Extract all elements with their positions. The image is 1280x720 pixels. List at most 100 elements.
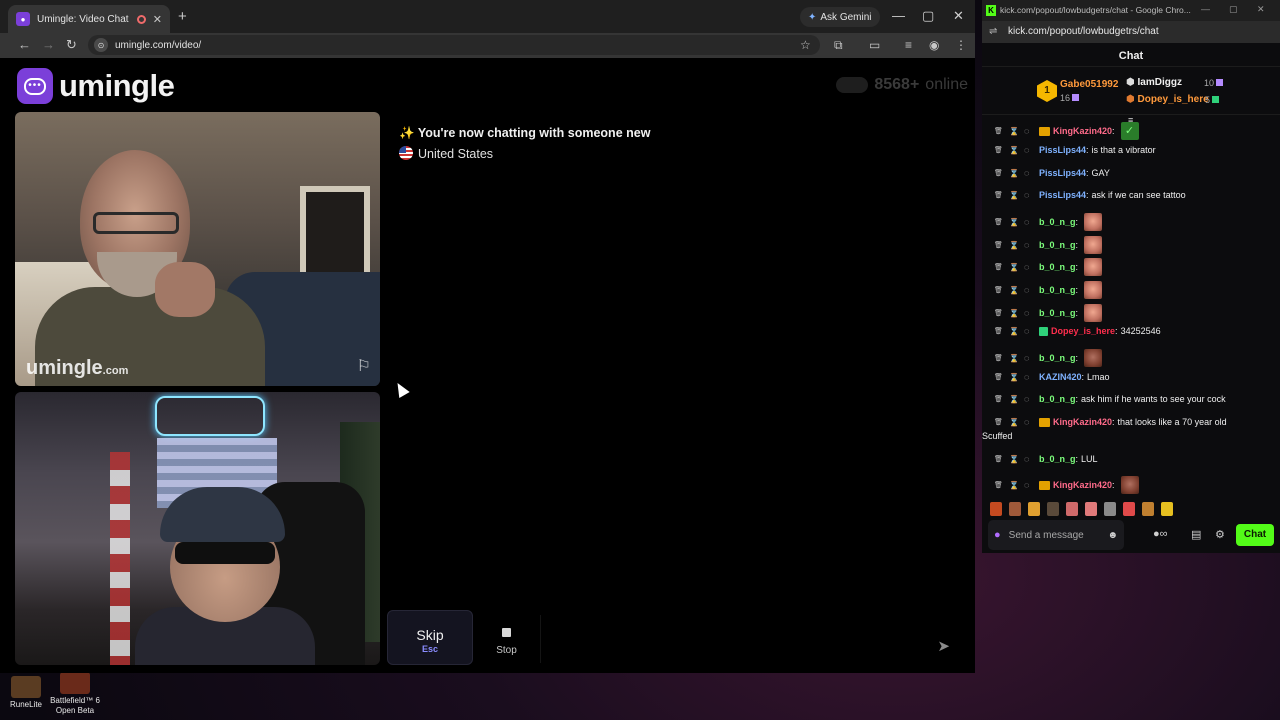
chat-username[interactable]: b_0_n_g bbox=[1039, 353, 1076, 363]
chat-username[interactable]: KAZIN420 bbox=[1039, 372, 1082, 382]
forward-icon[interactable]: → bbox=[42, 37, 55, 52]
minimize-icon[interactable]: — bbox=[892, 8, 905, 23]
shield-icon[interactable]: ◌ bbox=[1024, 285, 1039, 295]
timeout-icon[interactable]: ⌛ bbox=[1009, 327, 1024, 336]
emote-icon[interactable] bbox=[1161, 502, 1173, 516]
bookmark-star-icon[interactable]: ☆ bbox=[800, 38, 811, 52]
theme-toggle[interactable] bbox=[836, 77, 869, 93]
emote-icon[interactable] bbox=[1066, 502, 1078, 516]
shield-icon[interactable]: ◌ bbox=[1024, 168, 1039, 178]
timeout-icon[interactable]: ⌛ bbox=[1009, 218, 1024, 227]
shield-icon[interactable]: ◌ bbox=[1024, 353, 1039, 363]
mod-actions-icon[interactable]: 🗑 bbox=[994, 373, 1009, 381]
mod-actions-icon[interactable]: 🗑 bbox=[994, 354, 1009, 362]
kick-message-input[interactable]: ● Send a message ☻ bbox=[988, 520, 1124, 550]
reload-icon[interactable]: ↻ bbox=[66, 37, 77, 53]
timeout-icon[interactable]: ⌛ bbox=[1009, 169, 1024, 178]
mod-actions-icon[interactable]: 🗑 bbox=[994, 169, 1009, 177]
shield-icon[interactable]: ◌ bbox=[1024, 190, 1039, 200]
send-icon[interactable]: ➤ bbox=[937, 637, 950, 655]
gifter-name[interactable]: ⬢ Dopey_is_here bbox=[1126, 94, 1209, 105]
close-tab-icon[interactable]: ✕ bbox=[153, 13, 162, 26]
menu-icon[interactable]: ⋮ bbox=[955, 38, 967, 52]
shield-icon[interactable]: ◌ bbox=[1024, 217, 1039, 227]
timeout-icon[interactable]: ⌛ bbox=[1009, 286, 1024, 295]
emote-icon[interactable] bbox=[1028, 502, 1040, 516]
kick-badges-icon[interactable]: ●∞ bbox=[1153, 528, 1168, 540]
maximize-icon[interactable]: ▢ bbox=[922, 8, 934, 24]
shield-icon[interactable]: ◌ bbox=[1024, 326, 1039, 336]
timeout-icon[interactable]: ⌛ bbox=[1009, 395, 1024, 404]
timeout-icon[interactable]: ⌛ bbox=[1009, 263, 1024, 272]
emote-icon[interactable] bbox=[1047, 502, 1059, 516]
shield-icon[interactable]: ◌ bbox=[1024, 394, 1039, 404]
site-logo[interactable]: ••• umingle bbox=[17, 68, 175, 104]
mod-actions-icon[interactable]: 🗑 bbox=[994, 327, 1009, 335]
chat-username[interactable]: KingKazin420 bbox=[1053, 417, 1112, 427]
skip-button[interactable]: Skip Esc bbox=[387, 610, 473, 665]
timeout-icon[interactable]: ⌛ bbox=[1009, 354, 1024, 363]
chat-username[interactable]: PissLips44 bbox=[1039, 190, 1086, 200]
media-icon[interactable]: ≡ bbox=[905, 38, 912, 52]
shield-icon[interactable]: ◌ bbox=[1024, 480, 1039, 490]
kick-maximize-icon[interactable]: ▢ bbox=[1229, 4, 1238, 15]
extensions-icon[interactable]: ⧉ bbox=[834, 38, 843, 53]
mod-actions-icon[interactable]: 🗑 bbox=[994, 418, 1009, 426]
emote-icon[interactable] bbox=[990, 502, 1002, 516]
mod-actions-icon[interactable]: 🗑 bbox=[994, 218, 1009, 226]
emote-icon[interactable] bbox=[1085, 502, 1097, 516]
emote-icon[interactable] bbox=[1123, 502, 1135, 516]
mod-actions-icon[interactable]: 🗑 bbox=[994, 286, 1009, 294]
timeout-icon[interactable]: ⌛ bbox=[1009, 309, 1024, 318]
ask-gemini-button[interactable]: ✦ Ask Gemini bbox=[800, 7, 880, 27]
timeout-icon[interactable]: ⌛ bbox=[1009, 146, 1024, 155]
emote-icon[interactable] bbox=[1104, 502, 1116, 516]
chat-username[interactable]: Dopey_is_here bbox=[1051, 326, 1115, 336]
chat-username[interactable]: b_0_n_g bbox=[1039, 285, 1076, 295]
chat-username[interactable]: b_0_n_g bbox=[1039, 394, 1076, 404]
chat-username[interactable]: PissLips44 bbox=[1039, 168, 1086, 178]
timeout-icon[interactable]: ⌛ bbox=[1009, 127, 1024, 136]
emoji-icon[interactable]: ☻ bbox=[1107, 530, 1118, 541]
mod-actions-icon[interactable]: 🗑 bbox=[994, 127, 1009, 135]
mod-actions-icon[interactable]: 🗑 bbox=[994, 263, 1009, 271]
shield-icon[interactable]: ◌ bbox=[1024, 372, 1039, 382]
chat-username[interactable]: b_0_n_g bbox=[1039, 217, 1076, 227]
chat-username[interactable]: KingKazin420 bbox=[1053, 126, 1112, 136]
site-settings-icon[interactable]: ⇌ bbox=[989, 26, 997, 37]
close-window-icon[interactable]: ✕ bbox=[953, 8, 964, 24]
timeout-icon[interactable]: ⌛ bbox=[1009, 373, 1024, 382]
site-info-icon[interactable]: ⊙ bbox=[94, 38, 108, 52]
desktop-icon-battlefield[interactable]: Battlefield™ 6 Open Beta bbox=[45, 672, 105, 716]
shield-icon[interactable]: ◌ bbox=[1024, 417, 1039, 427]
chat-username[interactable]: KingKazin420 bbox=[1053, 480, 1112, 490]
emote-icon[interactable] bbox=[1009, 502, 1021, 516]
timeout-icon[interactable]: ⌛ bbox=[1009, 241, 1024, 250]
shield-icon[interactable]: ◌ bbox=[1024, 240, 1039, 250]
chat-username[interactable]: b_0_n_g bbox=[1039, 308, 1076, 318]
mod-actions-icon[interactable]: 🗑 bbox=[994, 241, 1009, 249]
timeout-icon[interactable]: ⌛ bbox=[1009, 191, 1024, 200]
chat-username[interactable]: b_0_n_g bbox=[1039, 262, 1076, 272]
timeout-icon[interactable]: ⌛ bbox=[1009, 455, 1024, 464]
gifter-name[interactable]: ⬢ IamDiggz bbox=[1126, 77, 1182, 88]
mod-actions-icon[interactable]: 🗑 bbox=[994, 146, 1009, 154]
chat-username[interactable]: PissLips44 bbox=[1039, 145, 1086, 155]
shield-icon[interactable]: ◌ bbox=[1024, 308, 1039, 318]
message-input[interactable]: ➤ bbox=[540, 615, 966, 663]
mod-actions-icon[interactable]: 🗑 bbox=[994, 395, 1009, 403]
send-chat-button[interactable]: Chat bbox=[1236, 524, 1274, 546]
omnibox[interactable]: ⊙ umingle.com/video/ bbox=[88, 35, 820, 55]
kick-minimize-icon[interactable]: — bbox=[1201, 4, 1210, 14]
microphone-icon[interactable]: ● bbox=[994, 529, 1001, 541]
shield-icon[interactable]: ◌ bbox=[1024, 454, 1039, 464]
gifter-name[interactable]: Gabe051992 bbox=[1060, 79, 1118, 90]
kick-store-icon[interactable]: ▤ bbox=[1191, 528, 1201, 541]
kick-settings-icon[interactable]: ⚙ bbox=[1215, 528, 1225, 541]
chat-username[interactable]: b_0_n_g bbox=[1039, 454, 1076, 464]
shield-icon[interactable]: ◌ bbox=[1024, 126, 1039, 136]
back-icon[interactable]: ← bbox=[18, 37, 31, 52]
cast-icon[interactable]: ▭ bbox=[869, 38, 880, 52]
mod-actions-icon[interactable]: 🗑 bbox=[994, 191, 1009, 199]
mod-actions-icon[interactable]: 🗑 bbox=[994, 481, 1009, 489]
